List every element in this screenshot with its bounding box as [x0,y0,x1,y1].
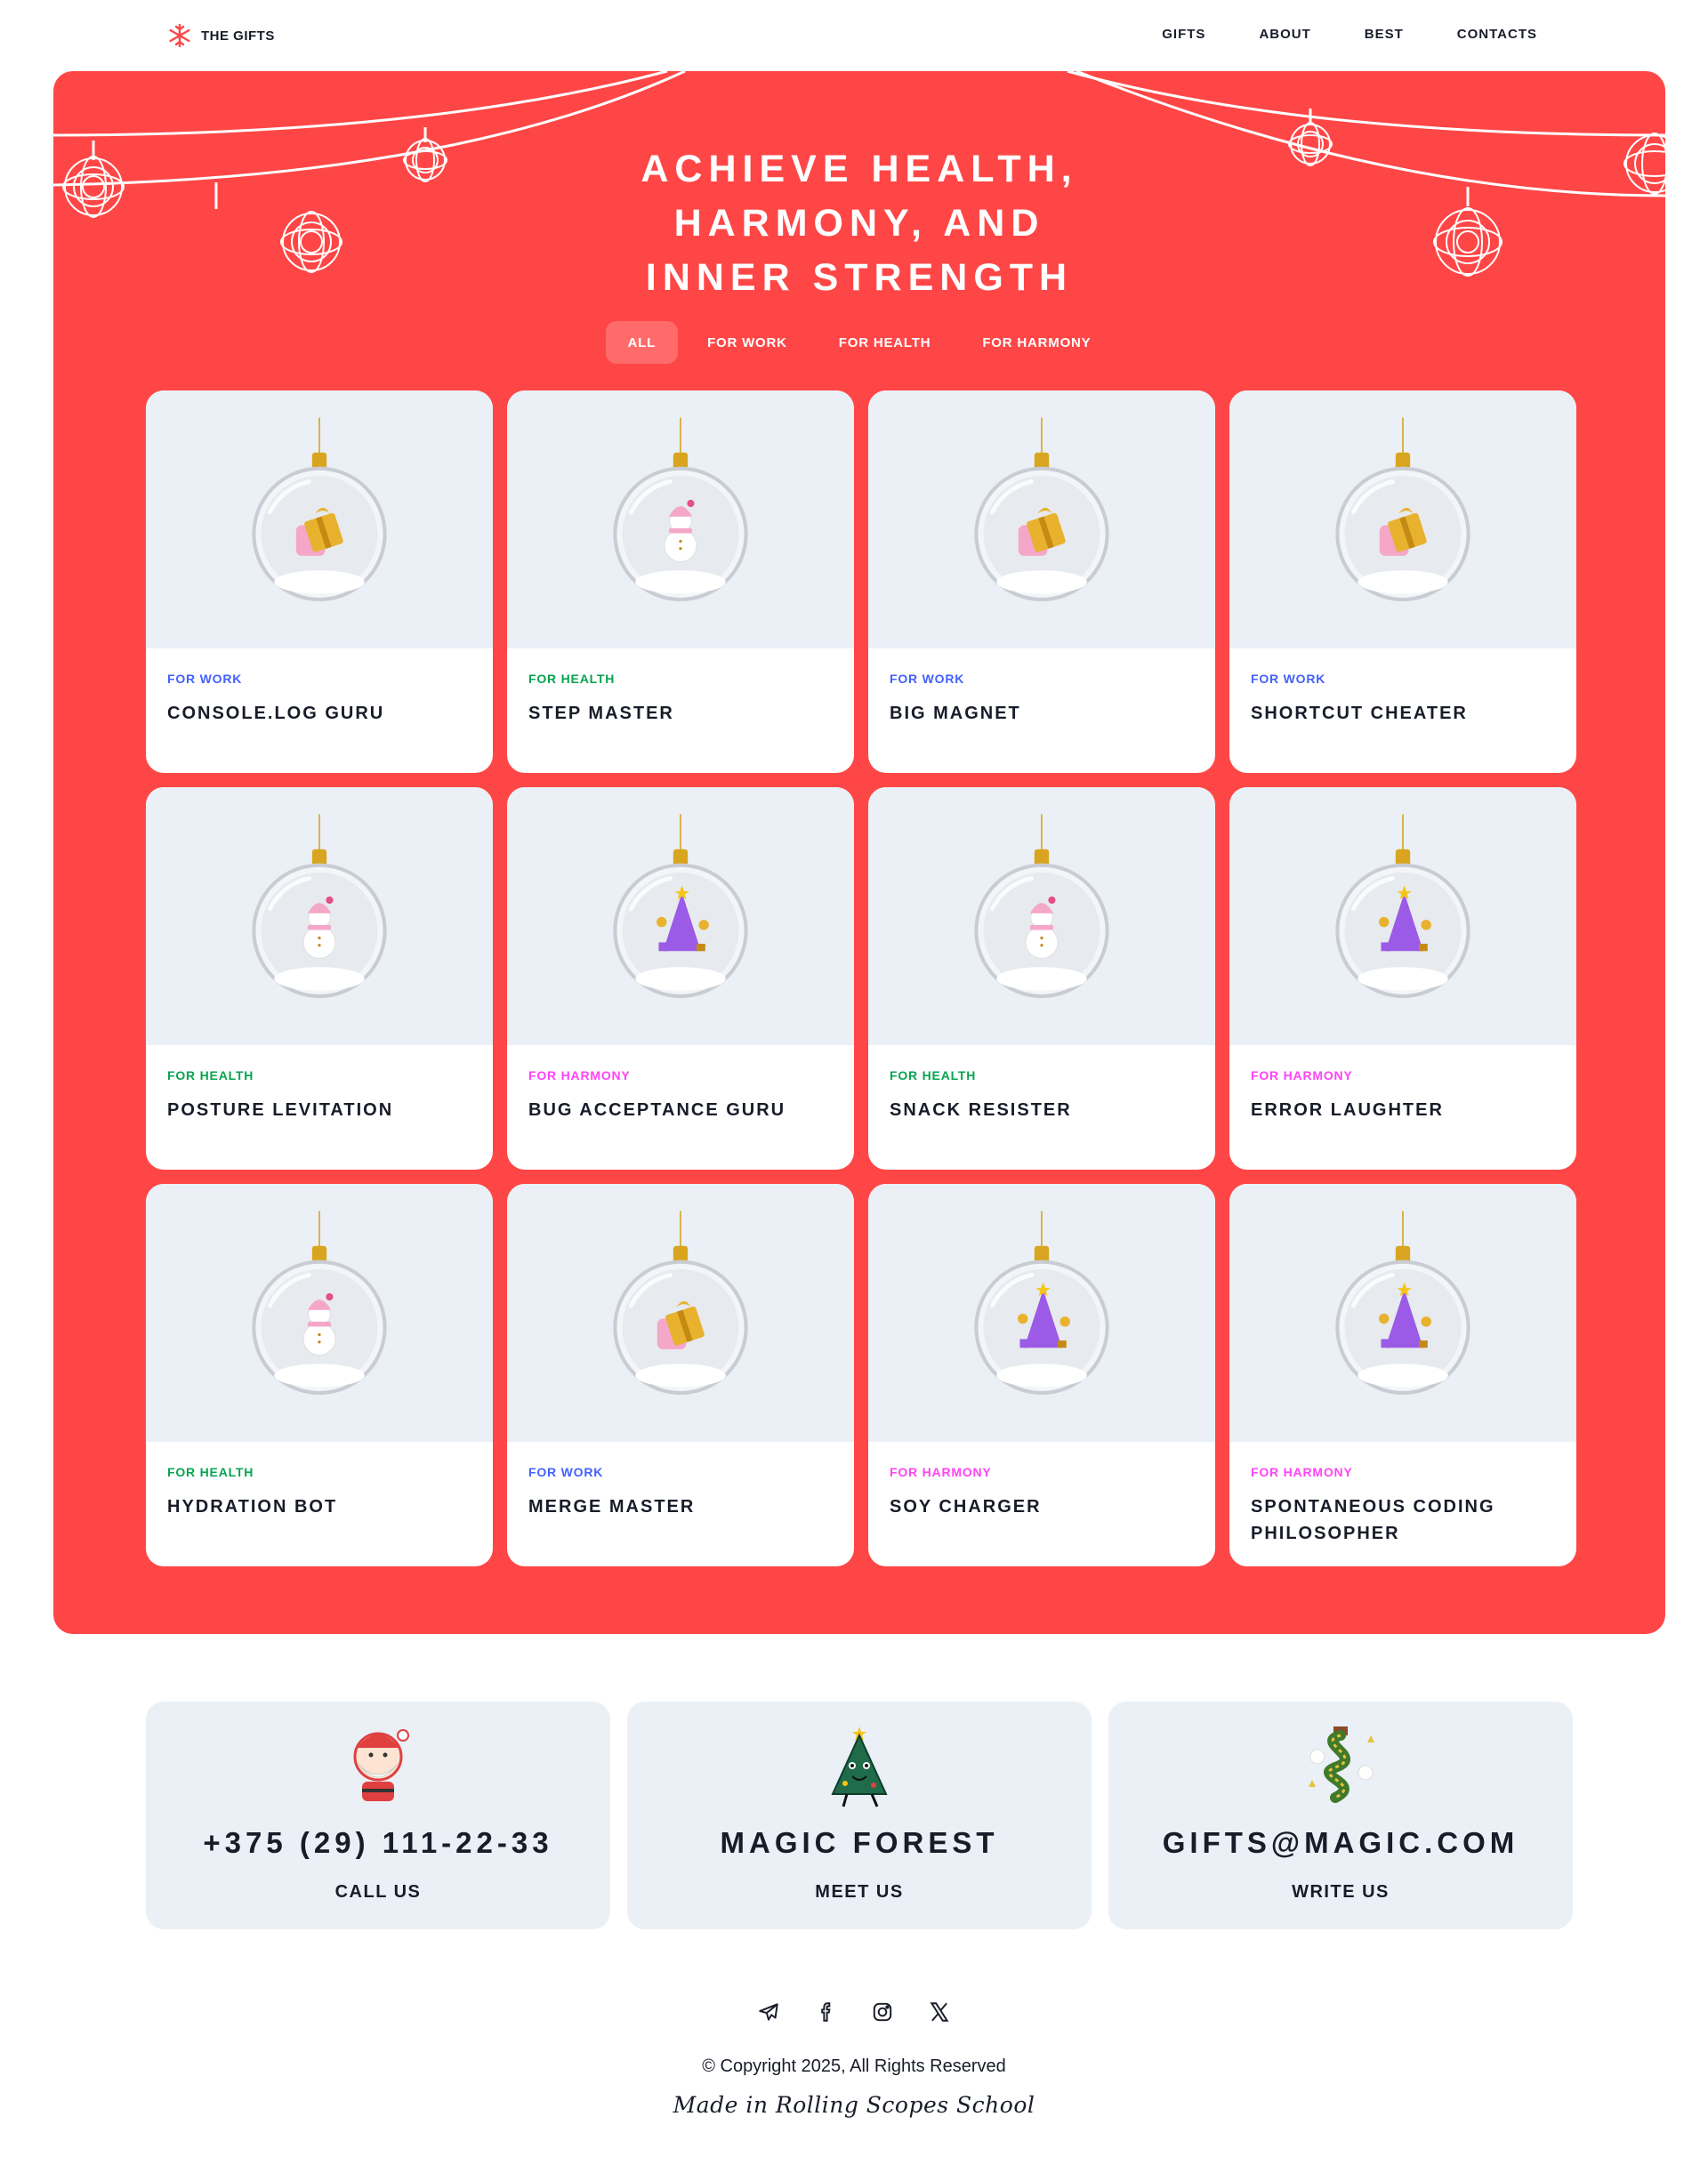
x-icon[interactable] [927,2000,952,2024]
gift-grid: FOR WORK CONSOLE.LOG GURU FOR HEALTH STEP M… [146,390,1576,1566]
gift-card[interactable]: FOR HEALTH POSTURE LEVITATION [146,787,493,1170]
site-header: THE GIFTS GIFTS ABOUT BEST CONTACTS [0,0,1708,71]
contact-value: MAGIC FOREST [720,1826,999,1859]
contact-card-location[interactable]: MAGIC FOREST MEET US [627,1702,1092,1929]
social-links [0,2000,1708,2024]
gift-category: FOR WORK [528,1465,604,1479]
gift-box-ornament-icon [146,390,493,648]
gift-card[interactable]: FOR HEALTH STEP MASTER [507,390,854,773]
contacts-section: +375 (29) 111-22-33 CALL US MAGIC FOREST… [146,1702,1576,1929]
snowman-ornament-icon [146,1184,493,1442]
gift-card[interactable]: FOR WORK BIG MAGNET [868,390,1215,773]
gift-name: POSTURE LEVITATION [167,1100,394,1120]
tree-ornament-icon [1229,1184,1576,1442]
dragon-icon [1309,1726,1374,1803]
hero-title-line: INNER STRENGTH [645,256,1074,299]
contact-card-email[interactable]: GIFTS@MAGIC.COM WRITE US [1108,1702,1573,1929]
telegram-icon[interactable] [756,2000,781,2024]
gift-card[interactable]: FOR HEALTH SNACK RESISTER [868,787,1215,1170]
gift-card[interactable]: FOR HARMONY BUG ACCEPTANCE GURU [507,787,854,1170]
snowflake-icon [167,23,192,48]
contact-label: WRITE US [1292,1882,1390,1902]
tab-for-health[interactable]: FOR HEALTH [817,321,954,364]
nav-best[interactable]: BEST [1365,27,1404,42]
nav-gifts[interactable]: GIFTS [1162,27,1205,42]
instagram-icon[interactable] [870,2000,895,2024]
gift-name: ERROR LAUGHTER [1251,1100,1444,1120]
gift-category: FOR WORK [167,672,243,686]
contact-label: CALL US [334,1882,422,1902]
tree-ornament-icon [868,1184,1215,1442]
tab-for-work[interactable]: FOR WORK [685,321,810,364]
gift-category: FOR WORK [1251,672,1326,686]
gift-card[interactable]: FOR WORK SHORTCUT CHEATER [1229,390,1576,773]
gift-name: CONSOLE.LOG GURU [167,704,385,723]
santa-icon [353,1729,409,1801]
gift-name: SOY CHARGER [890,1497,1042,1517]
gift-card[interactable]: FOR HARMONY SOY CHARGER [868,1184,1215,1566]
snowman-ornament-icon [868,787,1215,1045]
tree-ornament-icon [507,787,854,1045]
hero-title-line: HARMONY, AND [673,202,1045,245]
snowman-ornament-icon [507,390,854,648]
christmas-tree-icon [831,1726,888,1807]
gift-category: FOR HARMONY [1251,1465,1353,1479]
contact-card-phone[interactable]: +375 (29) 111-22-33 CALL US [146,1702,610,1929]
nav-contacts[interactable]: CONTACTS [1457,27,1537,42]
tree-ornament-icon [1229,787,1576,1045]
gift-card[interactable]: FOR HEALTH HYDRATION BOT [146,1184,493,1566]
gift-name: SPONTANEOUS CODING PHILOSOPHER [1251,1497,1495,1543]
contact-label: MEET US [815,1882,904,1902]
gift-category: FOR HEALTH [528,672,616,686]
copyright: © Copyright 2025, All Rights Reserved [702,2056,1006,2076]
logo-text: THE GIFTS [201,28,275,44]
gift-name: SNACK RESISTER [890,1100,1072,1120]
hero-title-line: ACHIEVE HEALTH, [640,148,1078,190]
gift-name: SHORTCUT CHEATER [1251,704,1468,723]
made-in-rs-school[interactable]: Made in Rolling Scopes School [0,2092,1708,2118]
gift-category: FOR HEALTH [167,1068,254,1082]
snowman-ornament-icon [146,787,493,1045]
logo[interactable]: THE GIFTS [167,23,275,48]
gift-box-ornament-icon [1229,390,1576,648]
hero-title: ACHIEVE HEALTH, HARMONY, AND INNER STREN… [53,142,1665,305]
gift-card[interactable]: FOR WORK MERGE MASTER [507,1184,854,1566]
contact-value: +375 (29) 111-22-33 [203,1826,553,1859]
gift-card[interactable]: FOR HARMONY ERROR LAUGHTER [1229,787,1576,1170]
gift-box-ornament-icon [868,390,1215,648]
gift-card[interactable]: FOR HARMONY SPONTANEOUS CODING PHILOSOPHE… [1229,1184,1576,1566]
gift-name: BUG ACCEPTANCE GURU [528,1100,786,1120]
main-nav: GIFTS ABOUT BEST CONTACTS [1162,27,1537,42]
nav-about[interactable]: ABOUT [1259,27,1310,42]
gift-box-ornament-icon [507,1184,854,1442]
gift-category: FOR HARMONY [528,1068,631,1082]
tab-all[interactable]: ALL [605,321,679,364]
gift-category: FOR HEALTH [167,1465,254,1479]
category-tabs: ALL FOR WORK FOR HEALTH FOR HARMONY [53,321,1665,364]
gift-category: FOR HARMONY [890,1465,992,1479]
gifts-section: ACHIEVE HEALTH, HARMONY, AND INNER STREN… [53,71,1665,1634]
gift-name: STEP MASTER [528,704,674,723]
facebook-icon[interactable] [813,2000,838,2024]
tab-for-harmony[interactable]: FOR HARMONY [960,321,1113,364]
contact-value: GIFTS@MAGIC.COM [1162,1826,1519,1859]
gift-name: HYDRATION BOT [167,1497,338,1517]
gift-name: BIG MAGNET [890,704,1021,723]
gift-card[interactable]: FOR WORK CONSOLE.LOG GURU [146,390,493,773]
gift-category: FOR WORK [890,672,965,686]
gift-category: FOR HEALTH [890,1068,977,1082]
gift-name: MERGE MASTER [528,1497,696,1517]
gift-category: FOR HARMONY [1251,1068,1353,1082]
